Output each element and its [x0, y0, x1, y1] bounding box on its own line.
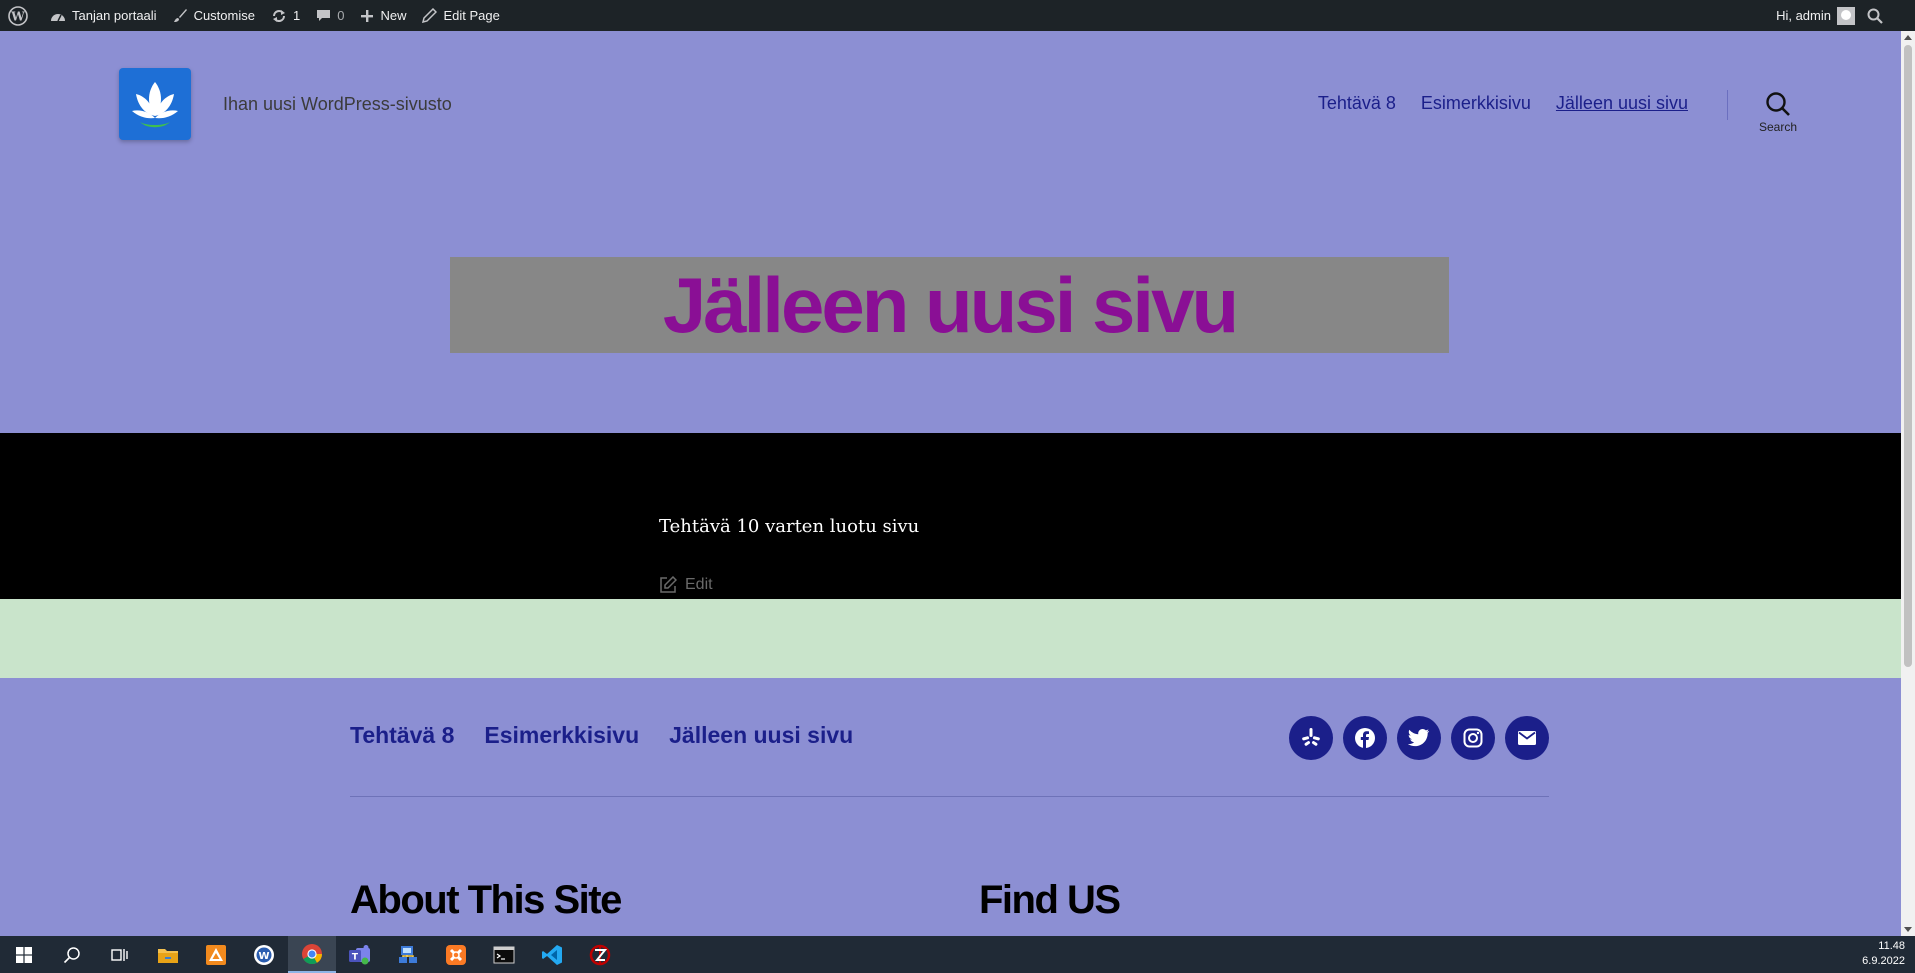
clock-time: 11.48 [1878, 940, 1905, 952]
facebook-icon[interactable] [1343, 716, 1387, 760]
wordpress-logo-icon[interactable]: W [0, 0, 42, 31]
windows-taskbar: W T 11.48 6.9.2022 [0, 936, 1915, 973]
footer-top-band [0, 599, 1901, 678]
vscode-icon[interactable] [528, 936, 576, 973]
nav-divider [1727, 90, 1728, 120]
nav-item-jalleen-uusi-sivu[interactable]: Jälleen uusi sivu [1556, 93, 1688, 114]
edit-page-label: Edit Page [443, 8, 500, 23]
site-tagline: Ihan uusi WordPress-sivusto [223, 94, 452, 114]
page-title-box: Jälleen uusi sivu [450, 257, 1449, 353]
customise-link[interactable]: Customise [165, 0, 263, 31]
widget-title-about: About This Site [350, 878, 622, 922]
nav-item-tehtava-8[interactable]: Tehtävä 8 [1318, 93, 1396, 114]
search-label: Search [1758, 120, 1798, 134]
scroll-down-arrow-icon[interactable] [1904, 927, 1912, 932]
comments-count: 0 [337, 8, 345, 23]
primary-nav: Tehtävä 8 Esimerkkisivu Jälleen uusi siv… [1318, 93, 1688, 114]
file-explorer-icon[interactable] [144, 936, 192, 973]
footer-divider [350, 796, 1549, 797]
edit-link[interactable]: Edit [659, 576, 713, 594]
network-app-icon[interactable] [384, 936, 432, 973]
entry-text: Tehtävä 10 varten luotu sivu [659, 516, 920, 537]
search-toggle-button[interactable]: Search [1752, 91, 1804, 134]
avatar [1837, 6, 1855, 25]
dashboard-icon [51, 13, 65, 21]
chrome-icon[interactable] [288, 936, 336, 973]
brush-icon [173, 9, 187, 22]
start-icon[interactable] [0, 936, 48, 973]
clock-date: 6.9.2022 [1862, 955, 1905, 967]
filezilla-icon[interactable] [576, 936, 624, 973]
edit-label: Edit [685, 576, 713, 593]
comments-link[interactable]: 0 [308, 0, 352, 31]
instagram-icon[interactable] [1451, 716, 1495, 760]
widget-title-find-us: Find US [979, 878, 1121, 922]
site-name-label: Tanjan portaali [72, 8, 157, 23]
footer-nav-item-tehtava-8[interactable]: Tehtävä 8 [350, 722, 454, 749]
updates-count: 1 [292, 8, 301, 23]
site-name-menu[interactable]: Tanjan portaali [42, 0, 165, 31]
page-scrollbar[interactable] [1901, 31, 1915, 936]
social-links [1289, 716, 1549, 760]
page-title: Jälleen uusi sivu [662, 260, 1239, 349]
updates-icon [272, 9, 285, 22]
system-clock[interactable]: 11.48 6.9.2022 [1862, 939, 1905, 969]
scroll-up-arrow-icon[interactable] [1904, 35, 1912, 40]
nav-item-esimerkkisivu[interactable]: Esimerkkisivu [1421, 93, 1531, 114]
terminal-icon[interactable] [480, 936, 528, 973]
admin-search-icon[interactable] [1859, 0, 1897, 31]
footer-nav: Tehtävä 8 Esimerkkisivu Jälleen uusi siv… [350, 722, 853, 749]
footer-nav-item-jalleen-uusi-sivu[interactable]: Jälleen uusi sivu [669, 722, 853, 749]
my-account-menu[interactable]: Hi, admin [1768, 0, 1859, 31]
xampp-icon[interactable] [432, 936, 480, 973]
new-label: New [380, 8, 407, 23]
updates-link[interactable]: 1 [263, 0, 308, 31]
admin-bar: W Tanjan portaali Customise 1 0 New Edit… [0, 0, 1915, 31]
site-header: Ihan uusi WordPress-sivusto Tehtävä 8 Es… [0, 31, 1901, 433]
svg-text:W: W [10, 9, 25, 23]
task-view-icon[interactable] [96, 936, 144, 973]
scroll-thumb[interactable] [1904, 45, 1912, 667]
app-orange-icon[interactable] [192, 936, 240, 973]
site-logo[interactable] [119, 68, 191, 140]
app-blue-circle-icon[interactable]: W [240, 936, 288, 973]
svg-text:W: W [258, 951, 269, 962]
teams-icon[interactable]: T [336, 936, 384, 973]
mail-icon[interactable] [1505, 716, 1549, 760]
comment-icon [317, 10, 331, 21]
twitter-icon[interactable] [1397, 716, 1441, 760]
site-footer: Tehtävä 8 Esimerkkisivu Jälleen uusi siv… [0, 678, 1901, 936]
greeting-label: Hi, admin [1776, 8, 1831, 23]
plus-icon [361, 9, 374, 22]
edit-icon [660, 576, 677, 593]
svg-text:T: T [352, 952, 359, 962]
customise-label: Customise [193, 8, 255, 23]
yelp-icon[interactable] [1289, 716, 1333, 760]
footer-nav-item-esimerkkisivu[interactable]: Esimerkkisivu [484, 722, 639, 749]
pencil-icon [422, 8, 438, 23]
edit-page-link[interactable]: Edit Page [414, 0, 507, 31]
search-icon [1766, 92, 1790, 116]
page-content: Tehtävä 10 varten luotu sivu Edit [0, 433, 1901, 599]
search-icon[interactable] [48, 936, 96, 973]
new-content-link[interactable]: New [352, 0, 414, 31]
lotus-logo-icon [132, 82, 178, 128]
